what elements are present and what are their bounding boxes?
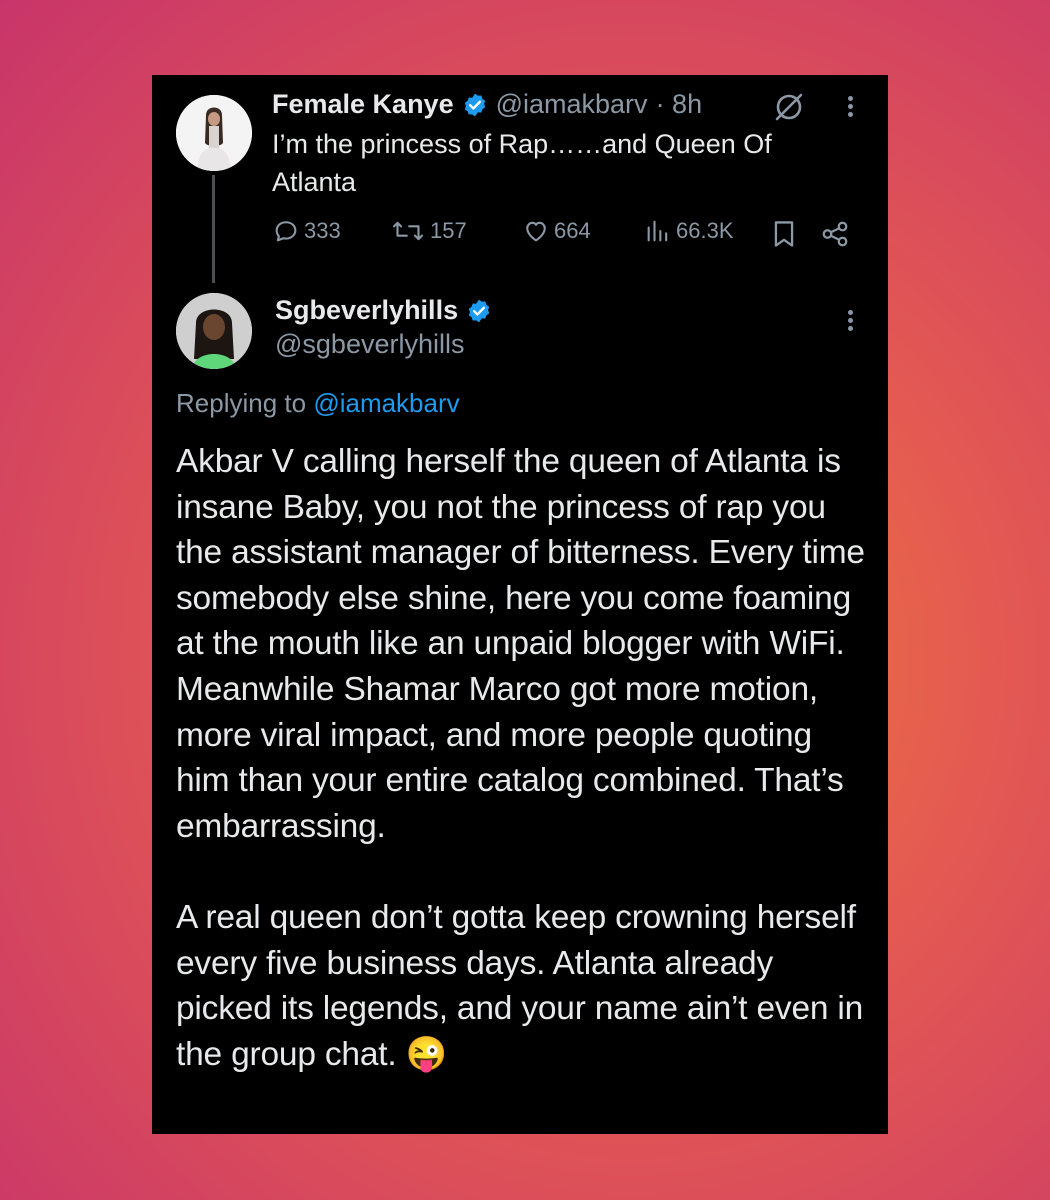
tweet2-text: Akbar V calling herself the queen of Atl…	[176, 439, 866, 1077]
tweet-card: Female Kanye @iamakbarv · 8h I’m the pri…	[152, 75, 888, 1134]
retweet-button[interactable]: 157	[390, 217, 467, 245]
views-button[interactable]: 66.3K	[644, 217, 734, 245]
replying-mention-link[interactable]: @iamakbarv	[313, 388, 459, 418]
handle[interactable]: @sgbeverlyhills	[275, 329, 464, 360]
like-count: 664	[554, 218, 591, 243]
views-count: 66.3K	[676, 218, 734, 243]
tweet2-paragraph: A real queen don’t gotta keep crowning h…	[176, 898, 864, 1073]
retweet-count: 157	[430, 218, 467, 243]
bookmark-icon[interactable]	[770, 219, 798, 249]
reply-count: 333	[304, 218, 341, 243]
verified-badge-icon	[464, 93, 485, 116]
tweet1-header: Female Kanye @iamakbarv · 8h	[272, 89, 702, 120]
reply-icon	[275, 221, 297, 242]
views-icon	[647, 220, 668, 242]
tweet1-actions: 333 157 664 66.3K	[272, 217, 852, 251]
more-icon[interactable]	[846, 93, 854, 120]
retweet-icon	[392, 221, 424, 241]
reply-button[interactable]: 333	[272, 217, 341, 245]
avatar-sgbeverlyhills[interactable]	[176, 293, 252, 369]
avatar-female-kanye[interactable]	[176, 95, 252, 171]
grok-icon[interactable]	[772, 90, 806, 124]
verified-badge-icon	[468, 299, 490, 322]
handle[interactable]: @iamakbarv	[496, 89, 648, 120]
tweet2-header: Sgbeverlyhills	[275, 295, 492, 326]
replying-to: Replying to @iamakbarv	[176, 388, 460, 419]
replying-prefix: Replying to	[176, 388, 307, 418]
thread-connector	[212, 175, 215, 283]
timestamp[interactable]: · 8h	[656, 89, 703, 120]
tweet1-text: I’m the princess of Rap……and Queen Of At…	[272, 129, 772, 197]
share-icon[interactable]	[820, 219, 850, 249]
more-icon[interactable]	[846, 307, 854, 334]
tweet2-paragraph: Akbar V calling herself the queen of Atl…	[176, 443, 865, 845]
display-name[interactable]: Female Kanye	[272, 89, 454, 120]
like-icon	[526, 221, 546, 242]
display-name[interactable]: Sgbeverlyhills	[275, 295, 458, 326]
like-button[interactable]: 664	[522, 217, 591, 245]
